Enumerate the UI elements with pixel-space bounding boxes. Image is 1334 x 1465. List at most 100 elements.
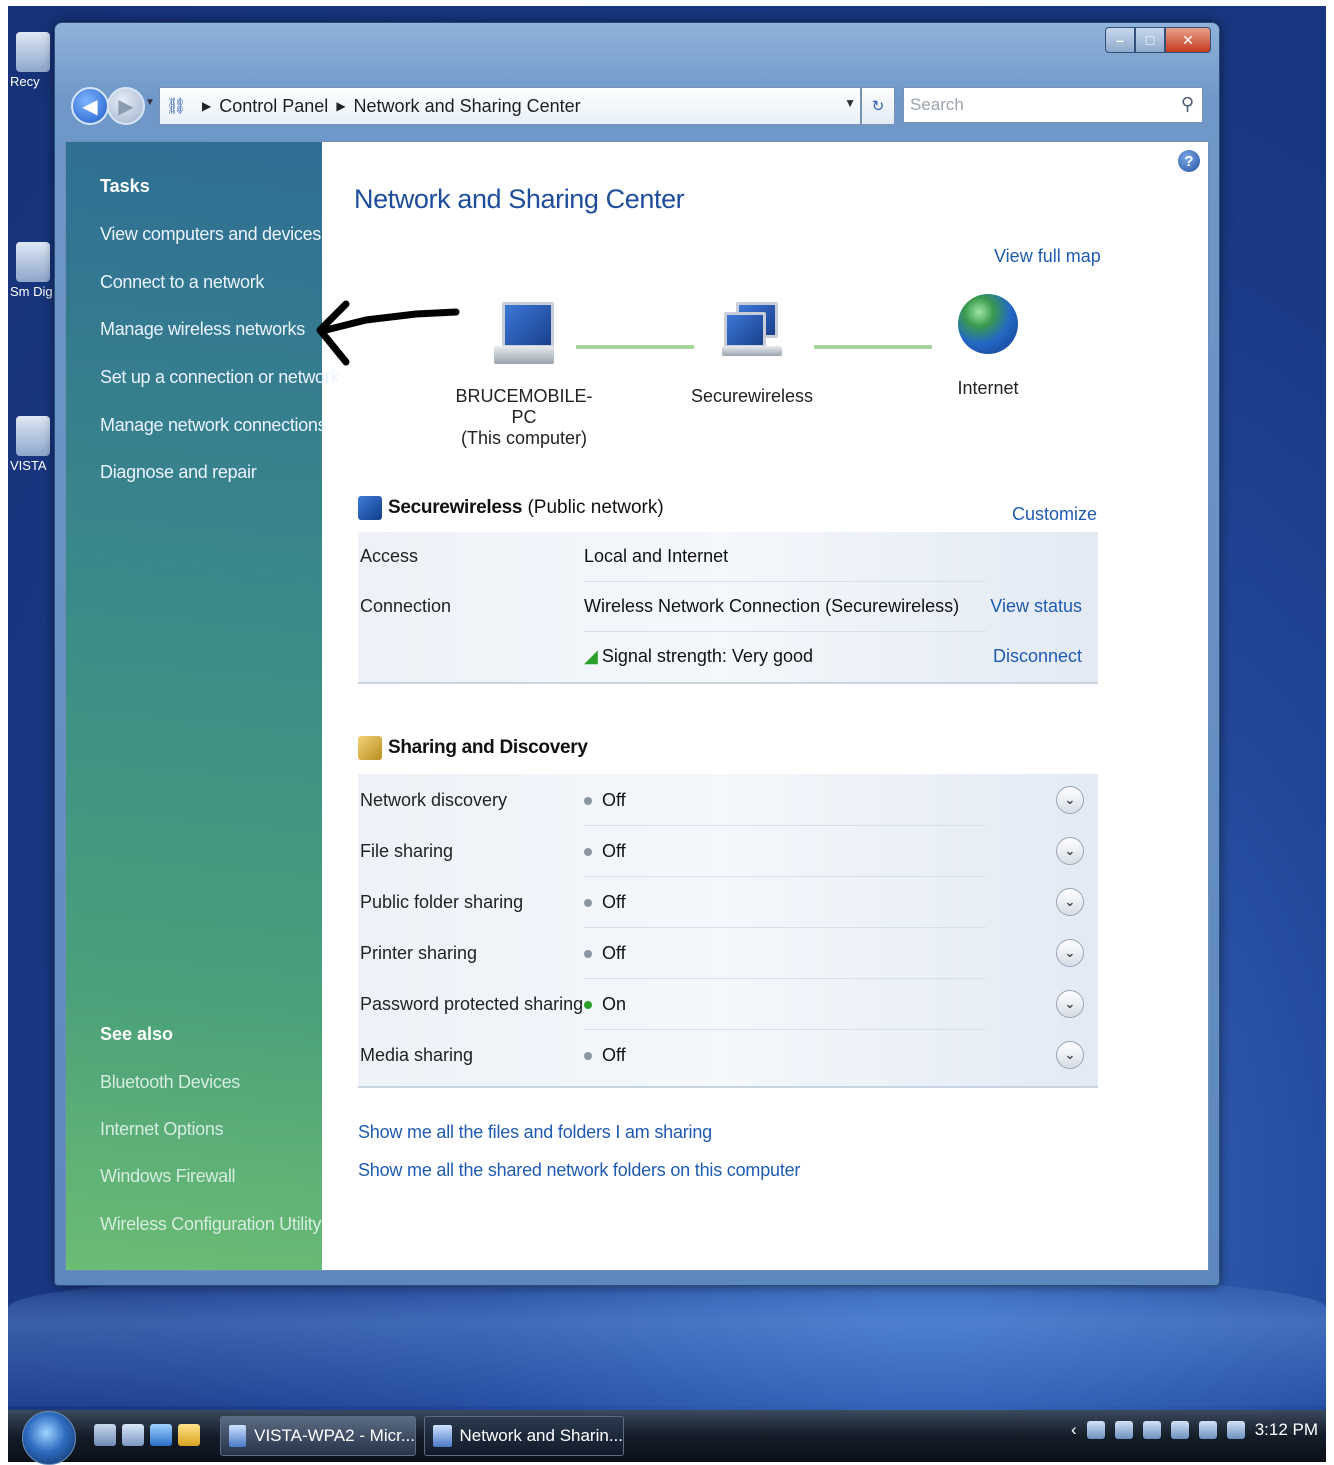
window-controls: – □ ✕ (1105, 27, 1211, 53)
network-type: (Public network) (527, 497, 664, 519)
system-tray: ‹ 3:12 PM (1071, 1420, 1318, 1440)
chevron-right-icon[interactable]: ▶ (336, 99, 345, 113)
show-shared-folders-link[interactable]: Show me all the shared network folders o… (358, 1160, 800, 1181)
sharing-row: Password protected sharing On ⌄ (358, 980, 1098, 1030)
expand-button[interactable]: ⌄ (1056, 888, 1084, 916)
computer-icon (494, 302, 554, 368)
word-document-icon (229, 1425, 247, 1447)
shortcut-icon (16, 242, 50, 282)
annotation-arrow (316, 300, 460, 366)
internet-explorer-icon[interactable] (150, 1424, 172, 1446)
expand-button[interactable]: ⌄ (1056, 1041, 1084, 1069)
sharing-row-status: Off (584, 892, 626, 913)
search-icon[interactable]: ⚲ (1181, 94, 1194, 115)
task-connect-network[interactable]: Connect to a network (100, 272, 264, 293)
network-icon (358, 496, 382, 520)
taskbar-button-network[interactable]: Network and Sharin... (424, 1416, 624, 1456)
internet-label: Internet (957, 378, 1019, 398)
task-diagnose-repair[interactable]: Diagnose and repair (100, 462, 257, 483)
task-setup-connection[interactable]: Set up a connection or network (100, 367, 339, 388)
connection-value: Wireless Network Connection (Securewirel… (584, 596, 960, 616)
sharing-heading: Sharing and Discovery (388, 737, 588, 759)
view-status-link[interactable]: View status (990, 596, 1082, 617)
sharing-status-text: Off (602, 892, 626, 912)
chevron-left-icon[interactable]: ‹ (1071, 1420, 1077, 1440)
breadcrumb-network-sharing[interactable]: Network and Sharing Center (354, 96, 581, 117)
back-button[interactable]: ◀ (71, 87, 109, 125)
navigation-bar: ◀ ▶ ▼ ⛓ ▶ Control Panel ▶ Network and Sh… (67, 87, 1207, 127)
search-input[interactable]: Search ⚲ (903, 87, 1203, 123)
clock[interactable]: 3:12 PM (1255, 1420, 1318, 1440)
help-icon[interactable]: ? (1178, 150, 1200, 172)
desktop-icon-vista[interactable]: VISTA (10, 416, 56, 476)
view-full-map-link[interactable]: View full map (994, 246, 1101, 267)
tray-wireless-icon[interactable] (1170, 1421, 1189, 1439)
volume-icon[interactable] (1226, 1421, 1245, 1439)
sharing-icon (358, 736, 382, 760)
task-view-computers[interactable]: View computers and devices (100, 224, 321, 245)
expand-button[interactable]: ⌄ (1056, 939, 1084, 967)
address-dropdown-icon[interactable]: ▼ (844, 96, 856, 110)
network-name: Securewireless (690, 386, 814, 406)
recycle-bin-icon (16, 32, 50, 72)
network-sharing-window: – □ ✕ ◀ ▶ ▼ ⛓ ▶ Control Panel ▶ Network … (54, 22, 1220, 1286)
sharing-row: Public folder sharing Off ⌄ (358, 878, 1098, 928)
address-bar[interactable]: ⛓ ▶ Control Panel ▶ Network and Sharing … (159, 87, 861, 125)
status-off-icon (584, 797, 592, 806)
folder-icon[interactable] (178, 1424, 200, 1446)
sharing-status-text: On (602, 994, 627, 1014)
see-also-firewall[interactable]: Windows Firewall (100, 1166, 236, 1187)
sharing-row-label: Network discovery (360, 790, 508, 810)
access-label: Access (360, 546, 419, 566)
sharing-row-status: Off (584, 841, 626, 862)
tray-bluetooth-icon[interactable] (1142, 1421, 1161, 1439)
status-on-icon (584, 1001, 592, 1010)
tray-app-icon[interactable] (1086, 1421, 1105, 1439)
access-row: Access Local and Internet (358, 532, 1098, 582)
sharing-row: Printer sharing Off ⌄ (358, 929, 1098, 979)
show-desktop-icon[interactable] (94, 1424, 116, 1446)
computer-name: BRUCEMOBILE-PC (455, 386, 593, 427)
desktop-icon-shortcut[interactable]: Sm Dig (10, 242, 56, 302)
recent-pages-dropdown-icon[interactable]: ▼ (145, 97, 155, 108)
customize-link[interactable]: Customize (1012, 504, 1097, 525)
breadcrumb-control-panel[interactable]: Control Panel (219, 96, 328, 117)
see-also-bluetooth[interactable]: Bluetooth Devices (100, 1072, 240, 1093)
forward-button[interactable]: ▶ (107, 87, 145, 125)
task-manage-wireless[interactable]: Manage wireless networks (100, 319, 305, 340)
map-node-computer: BRUCEMOBILE-PC (This computer) (454, 302, 594, 449)
network-details-panel: Access Local and Internet Connection Wir… (358, 532, 1098, 684)
taskbar-button-label: Network and Sharin... (459, 1426, 623, 1445)
tray-network-icon[interactable] (1114, 1421, 1133, 1439)
switch-windows-icon[interactable] (122, 1424, 144, 1446)
connection-label: Connection (360, 596, 452, 616)
network-name-heading: Securewireless (388, 497, 523, 519)
sharing-row: Network discovery Off ⌄ (358, 776, 1098, 826)
disconnect-link[interactable]: Disconnect (993, 646, 1082, 667)
sharing-row: Media sharing Off ⌄ (358, 1031, 1098, 1081)
refresh-button[interactable]: ↻ (861, 87, 895, 125)
expand-button[interactable]: ⌄ (1056, 786, 1084, 814)
network-icon: ⛓ (166, 98, 187, 115)
see-also-internet-options[interactable]: Internet Options (100, 1119, 224, 1140)
sharing-panel: Network discovery Off ⌄ File sharing Off… (358, 774, 1098, 1088)
desktop-icon-recycle-bin[interactable]: Recy (10, 32, 56, 92)
sharing-status-text: Off (602, 943, 626, 963)
task-manage-connections[interactable]: Manage network connections (100, 415, 327, 436)
sharing-section-header: Sharing and Discovery (358, 736, 588, 760)
maximize-button[interactable]: □ (1135, 27, 1165, 53)
map-connection-line (576, 345, 694, 349)
access-value: Local and Internet (584, 546, 729, 566)
tray-security-icon[interactable] (1198, 1421, 1217, 1439)
expand-button[interactable]: ⌄ (1056, 990, 1084, 1018)
start-button[interactable] (22, 1411, 76, 1465)
chevron-right-icon[interactable]: ▶ (202, 99, 211, 113)
taskbar-button-vista-wpa2[interactable]: VISTA-WPA2 - Micr... (220, 1416, 416, 1456)
expand-button[interactable]: ⌄ (1056, 837, 1084, 865)
close-button[interactable]: ✕ (1165, 27, 1211, 53)
show-shared-files-link[interactable]: Show me all the files and folders I am s… (358, 1122, 712, 1143)
see-also-wireless-utility[interactable]: Wireless Configuration Utility (100, 1214, 321, 1235)
sharing-row-label: Media sharing (360, 1045, 474, 1065)
minimize-button[interactable]: – (1105, 27, 1135, 53)
task-pane: Tasks View computers and devices Connect… (66, 142, 339, 1270)
